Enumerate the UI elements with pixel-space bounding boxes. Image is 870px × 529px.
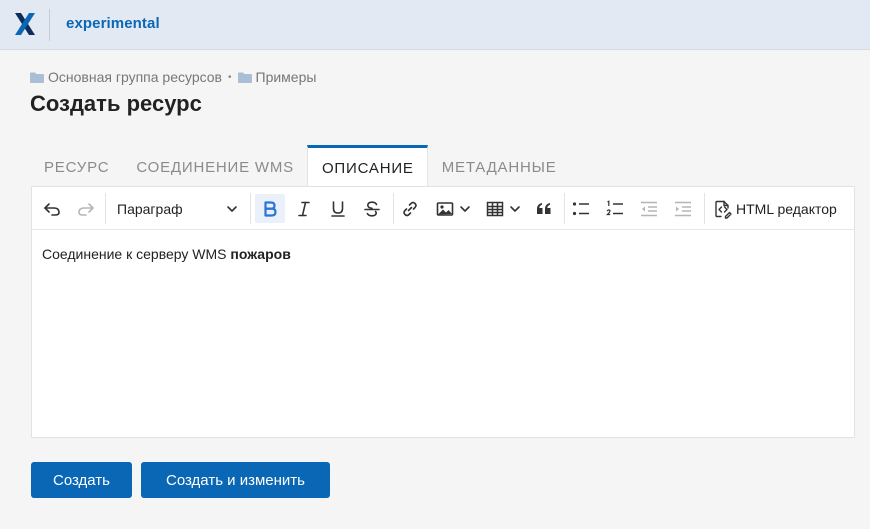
tab-description[interactable]: ОПИСАНИЕ [306, 145, 428, 187]
top-header: experimental [0, 0, 870, 50]
paragraph-style-select[interactable]: Параграф [110, 194, 244, 223]
numbered-list-icon [605, 199, 623, 215]
bulleted-list-button[interactable] [567, 194, 595, 223]
insert-table-button[interactable] [482, 194, 526, 223]
underline-button[interactable] [323, 194, 353, 223]
link-icon [403, 201, 417, 216]
toolbar-divider [393, 193, 394, 224]
breadcrumb-label: Примеры [255, 69, 317, 85]
toolbar-divider [564, 193, 565, 224]
blockquote-button[interactable] [530, 194, 558, 223]
bulleted-list-icon [572, 201, 589, 215]
bold-icon [264, 200, 277, 217]
tab-bar: РЕСУРС СОЕДИНЕНИЕ WMS ОПИСАНИЕ МЕТАДАННЫ… [30, 145, 570, 187]
tab-resource[interactable]: РЕСУРС [30, 145, 122, 187]
editor-content-area[interactable]: Соединение к серверу WMS пожаров [42, 246, 291, 262]
editor-text: Соединение к серверу WMS [42, 246, 227, 262]
toolbar-divider [250, 193, 251, 224]
app-title[interactable]: experimental [66, 15, 160, 32]
tab-metadata[interactable]: МЕТАДАННЫЕ [428, 145, 570, 187]
italic-button[interactable] [289, 194, 319, 223]
underline-icon [331, 200, 345, 217]
indent-icon [675, 201, 691, 216]
paragraph-style-value: Параграф [117, 200, 183, 217]
bold-button[interactable] [255, 194, 285, 223]
outdent-icon [641, 201, 657, 216]
chevron-down-icon [460, 205, 470, 212]
insert-image-button[interactable] [430, 194, 476, 223]
breadcrumb-label: Основная группа ресурсов [48, 69, 222, 85]
indent-button[interactable] [669, 194, 697, 223]
outdent-button[interactable] [635, 194, 663, 223]
chevron-down-icon [510, 205, 520, 212]
page-title: Создать ресурс [30, 91, 202, 116]
logo-icon[interactable] [14, 12, 36, 36]
rich-text-editor: Параграф HTML редактор Соединение к серв… [31, 186, 855, 438]
breadcrumb-item-examples[interactable]: Примеры [237, 69, 317, 85]
undo-button[interactable] [38, 194, 66, 223]
toolbar-divider [105, 193, 106, 224]
breadcrumb-item-main-group[interactable]: Основная группа ресурсов [30, 69, 222, 85]
redo-button[interactable] [72, 194, 100, 223]
numbered-list-button[interactable] [601, 194, 629, 223]
folder-icon [237, 72, 252, 83]
blockquote-icon [537, 202, 551, 214]
html-source-icon [715, 200, 732, 219]
html-editor-label: HTML редактор [736, 200, 837, 217]
tab-wms-connection[interactable]: СОЕДИНЕНИЕ WMS [122, 145, 307, 187]
chevron-down-icon [227, 206, 237, 212]
table-icon [486, 201, 504, 216]
link-button[interactable] [396, 194, 424, 223]
strikethrough-icon [364, 200, 380, 217]
breadcrumb: Основная группа ресурсов • Примеры [30, 68, 316, 86]
folder-icon [30, 72, 44, 83]
image-icon [436, 201, 454, 216]
create-button[interactable]: Создать [31, 462, 132, 498]
create-and-edit-button[interactable]: Создать и изменить [141, 462, 330, 498]
breadcrumb-separator: • [228, 71, 232, 83]
strikethrough-button[interactable] [357, 194, 387, 223]
italic-icon [298, 201, 310, 216]
editor-toolbar: Параграф HTML редактор [32, 187, 854, 230]
undo-icon [44, 202, 60, 216]
header-divider [49, 9, 50, 41]
html-editor-button[interactable]: HTML редактор [711, 194, 847, 223]
redo-icon [78, 202, 94, 216]
editor-text-bold: пожаров [230, 246, 291, 262]
toolbar-divider [704, 193, 705, 224]
